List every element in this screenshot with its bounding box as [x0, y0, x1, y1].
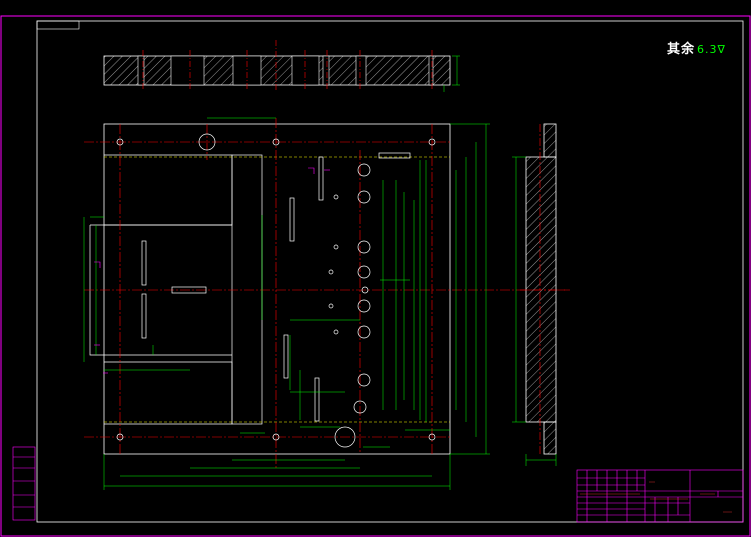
roughness-symbol-value: 6.3 — [697, 43, 718, 56]
side-section-view — [512, 123, 570, 466]
dimension-lines — [83, 117, 490, 490]
top-section-view — [103, 40, 460, 92]
roughness-note-label: 其余 — [667, 42, 696, 57]
roughness-symbol-icon: 6.3∇ — [697, 43, 726, 56]
roughness-note: 其余 6.3∇ — [667, 38, 726, 57]
sheet-border — [0, 15, 751, 537]
cad-drawing — [0, 15, 751, 537]
title-block — [576, 469, 744, 523]
binding-strip — [12, 446, 36, 521]
code-box — [36, 20, 80, 30]
main-plate-view — [84, 118, 565, 470]
